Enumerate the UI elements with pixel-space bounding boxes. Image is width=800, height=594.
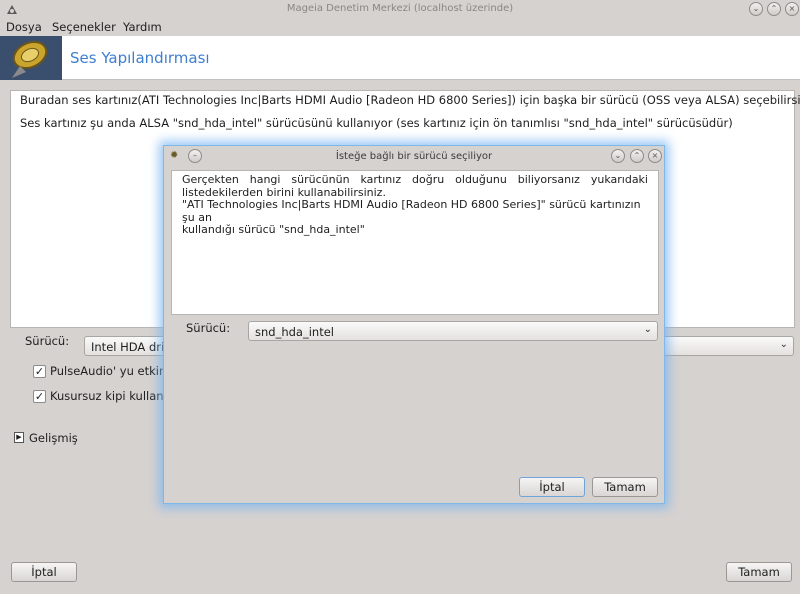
header-icon-box [0,36,62,80]
maximize-icon[interactable]: ⌃ [767,2,781,16]
info-line-1: Buradan ses kartınız(ATI Technologies In… [20,93,800,107]
dialog-minimize-icon[interactable]: ⌄ [611,149,625,163]
dialog-line-3: "ATI Technologies Inc|Barts HDMI Audio [… [182,198,641,224]
dialog-cancel-button[interactable]: İptal [519,477,585,497]
close-icon[interactable]: × [785,2,799,16]
window-title: Mageia Denetim Merkezi (localhost üzerin… [286,3,514,14]
speaker-icon [12,40,48,78]
page-header: Ses Yapılandırması [0,36,800,80]
chevron-down-icon: ⌄ [643,324,652,335]
advanced-label[interactable]: Gelişmiş [29,431,78,445]
expand-arrow-icon[interactable]: ▶ [14,432,24,443]
info-line-2: Ses kartınız şu anda ALSA "snd_hda_intel… [20,116,733,130]
menu-dosya[interactable]: Dosya [6,20,42,34]
dialog-driver-select-value: snd_hda_intel [255,325,334,339]
minimize-icon[interactable]: ⌄ [749,2,763,16]
window-titlebar: Mageia Denetim Merkezi (localhost üzerin… [0,0,800,18]
dialog-line-4: kullandığı sürücü "snd_hda_intel" [182,223,365,236]
chevron-down-icon: ⌄ [779,339,788,350]
dialog-maximize-icon[interactable]: ⌃ [630,149,644,163]
dialog-driver-select[interactable]: snd_hda_intel ⌄ [248,321,658,341]
cancel-button[interactable]: İptal [11,562,77,582]
ok-button[interactable]: Tamam [726,562,792,582]
dialog-title: İsteğe bağlı bir sürücü seçiliyor [335,151,493,162]
dialog-ok-button[interactable]: Tamam [592,477,658,497]
dialog-line-1: Gerçekten hangi sürücünün kartınız doğru… [182,173,648,186]
dialog-close-icon[interactable]: × [648,149,662,163]
driver-label: Sürücü: [25,334,70,348]
glitchfree-label: Kusursuz kipi kullan [50,389,164,403]
driver-dialog: ✹ – İsteğe bağlı bir sürücü seçiliyor ⌄ … [163,145,665,504]
dialog-message: Gerçekten hangi sürücünün kartınız doğru… [171,170,659,315]
menu-bar: Dosya Seçenekler Yardım [0,18,800,36]
page-title: Ses Yapılandırması [70,49,210,67]
dialog-driver-label: Sürücü: [186,321,231,335]
menu-yardim[interactable]: Yardım [123,20,162,34]
menu-secenekler[interactable]: Seçenekler [52,20,116,34]
pulseaudio-checkbox[interactable]: ✓ [33,365,46,378]
glitchfree-checkbox[interactable]: ✓ [33,390,46,403]
